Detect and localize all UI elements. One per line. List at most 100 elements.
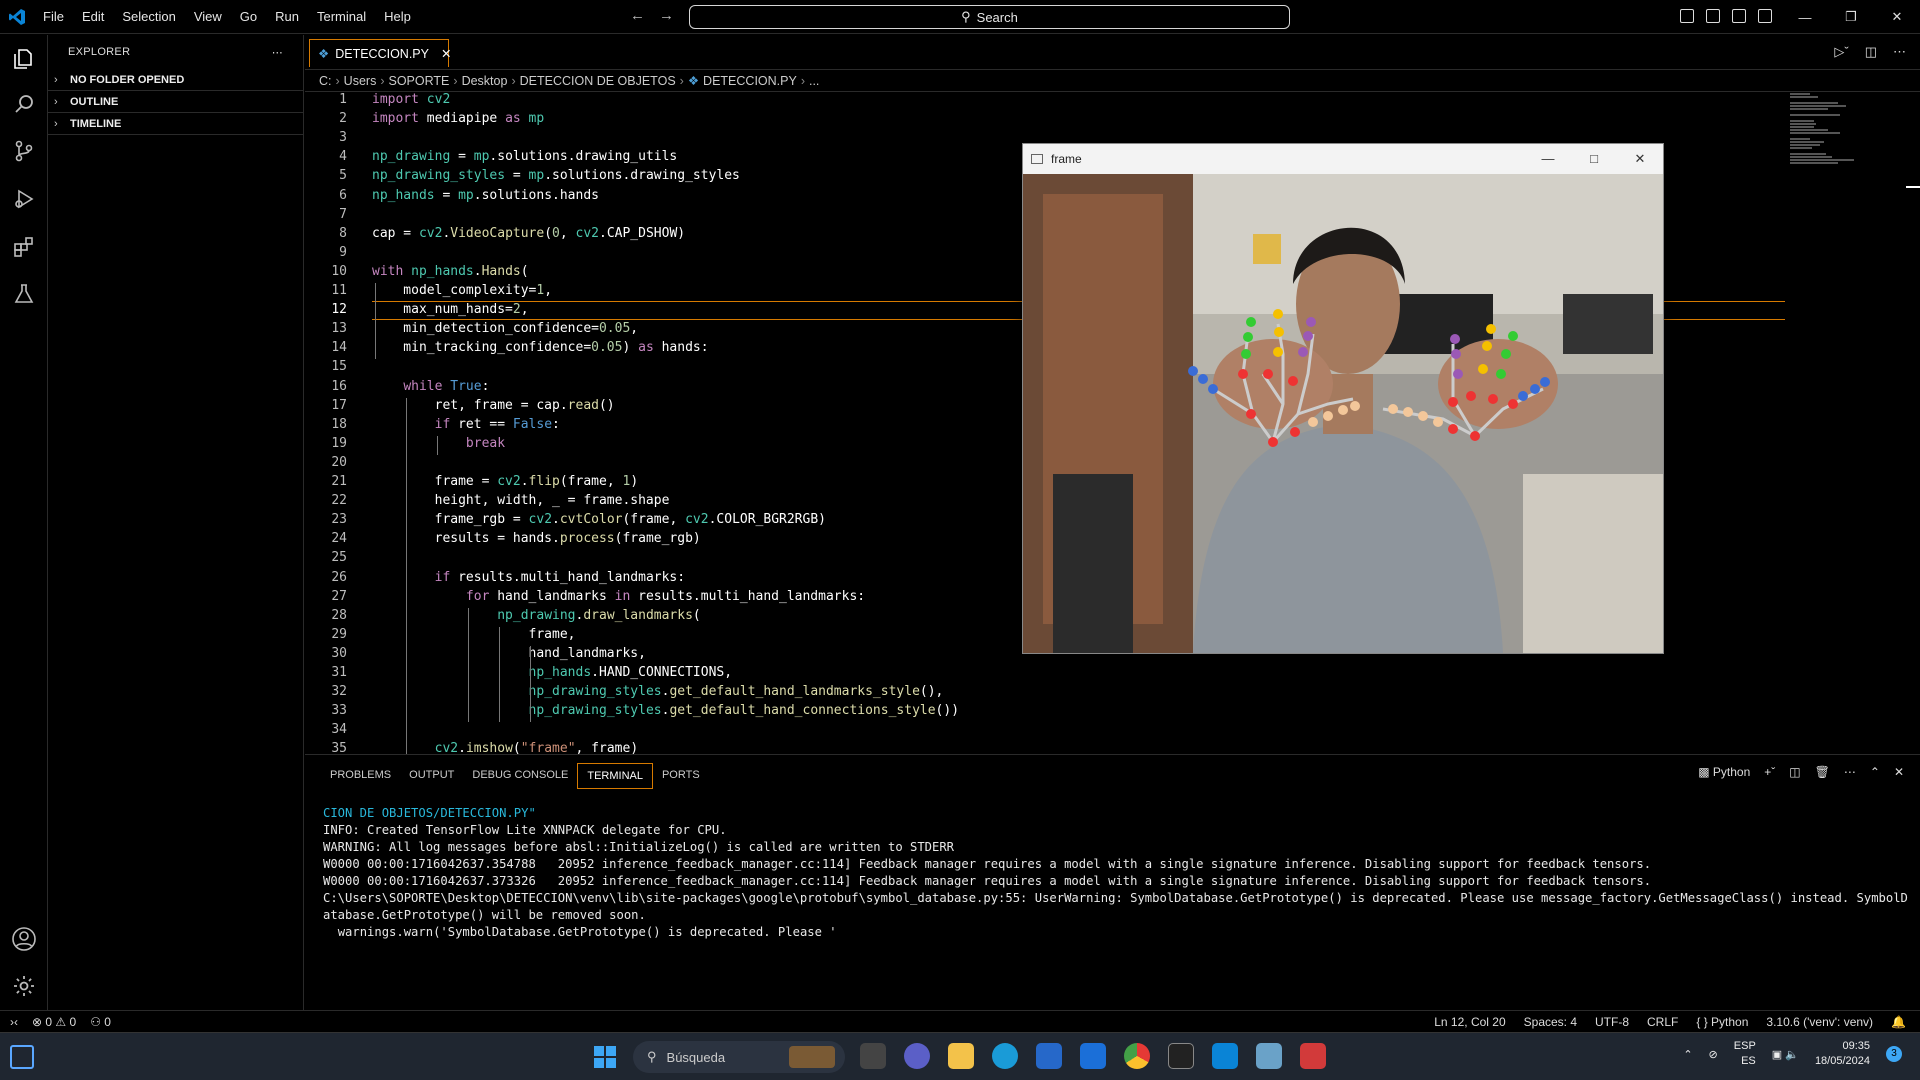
chrome-icon[interactable] bbox=[1124, 1043, 1150, 1069]
line-number: 30 bbox=[331, 645, 347, 661]
more-actions-icon[interactable]: ⋯ bbox=[272, 46, 283, 59]
menu-edit[interactable]: Edit bbox=[73, 9, 113, 24]
teams-icon[interactable] bbox=[904, 1043, 930, 1069]
crumb-item[interactable]: ... bbox=[809, 74, 819, 88]
kill-terminal-trash-icon[interactable]: 🗑 bbox=[1815, 765, 1830, 779]
taskbar-search[interactable]: ⚲ Búsqueda bbox=[633, 1041, 845, 1073]
ports-indicator[interactable]: ⚇ 0 bbox=[90, 1015, 111, 1029]
menu-selection[interactable]: Selection bbox=[113, 9, 184, 24]
tab-problems[interactable]: PROBLEMS bbox=[321, 763, 400, 789]
more-actions-icon[interactable]: ⋯ bbox=[1893, 44, 1906, 60]
crumb-item[interactable]: SOPORTE bbox=[389, 74, 450, 88]
accounts-icon[interactable] bbox=[10, 925, 38, 953]
notification-badge[interactable]: 3 bbox=[1886, 1046, 1902, 1062]
task-view-icon[interactable] bbox=[860, 1043, 886, 1069]
menu-run[interactable]: Run bbox=[266, 9, 308, 24]
frame-window[interactable]: frame — □ ✕ bbox=[1022, 143, 1664, 654]
close-tab-icon[interactable]: ✕ bbox=[441, 46, 451, 61]
edge-icon[interactable] bbox=[992, 1043, 1018, 1069]
explorer-icon[interactable] bbox=[10, 45, 38, 73]
line-number: 26 bbox=[331, 569, 347, 585]
run-debug-icon[interactable] bbox=[10, 185, 38, 213]
minimap[interactable] bbox=[1790, 92, 1900, 192]
clock[interactable]: 09:35 18/05/2024 bbox=[1815, 1039, 1870, 1069]
crumb-item[interactable]: Desktop bbox=[462, 74, 508, 88]
python-interpreter[interactable]: 3.10.6 ('venv': venv) bbox=[1766, 1015, 1873, 1029]
remote-icon[interactable]: ›‹ bbox=[10, 1015, 18, 1029]
menu-file[interactable]: File bbox=[34, 9, 73, 24]
notepad-icon[interactable] bbox=[1080, 1043, 1106, 1069]
command-search[interactable]: ⚲ Search bbox=[689, 5, 1290, 29]
toggle-primary-sidebar-icon[interactable] bbox=[1680, 9, 1694, 23]
customize-layout-icon[interactable] bbox=[1758, 9, 1772, 23]
section-timeline[interactable]: › TIMELINE bbox=[48, 113, 303, 135]
split-terminal-icon[interactable]: ◫ bbox=[1789, 765, 1800, 779]
minimize-icon[interactable]: — bbox=[1782, 10, 1828, 25]
tab-terminal[interactable]: TERMINAL bbox=[577, 763, 653, 789]
notifications-bell-icon[interactable]: 🔔 bbox=[1891, 1015, 1906, 1029]
crumb-item[interactable]: DETECCION.PY bbox=[703, 74, 797, 88]
windows-start-icon[interactable] bbox=[593, 1045, 617, 1069]
tab-ports[interactable]: PORTS bbox=[653, 763, 709, 789]
maximize-icon[interactable]: □ bbox=[1571, 144, 1617, 174]
terminal-shell-selector[interactable]: ▩ Python bbox=[1698, 765, 1750, 779]
manage-gear-icon[interactable] bbox=[10, 972, 38, 1000]
menu-help[interactable]: Help bbox=[375, 9, 420, 24]
menu-terminal[interactable]: Terminal bbox=[308, 9, 375, 24]
end-of-line[interactable]: CRLF bbox=[1647, 1015, 1678, 1029]
language-mode[interactable]: { } Python bbox=[1696, 1015, 1748, 1029]
more-actions-icon[interactable]: ⋯ bbox=[1844, 765, 1856, 779]
breadcrumb: C: › Users › SOPORTE › Desktop › DETECCION D… bbox=[305, 70, 1920, 92]
forward-arrow-icon[interactable]: → bbox=[659, 7, 674, 24]
encoding[interactable]: UTF-8 bbox=[1595, 1015, 1629, 1029]
section-outline[interactable]: › OUTLINE bbox=[48, 91, 303, 113]
crumb-item[interactable]: C: bbox=[319, 74, 332, 88]
extensions-icon[interactable] bbox=[10, 233, 38, 261]
code-line: frame_rgb = cv2.cvtColor(frame, cv2.COLO… bbox=[372, 512, 826, 528]
display-volume-icons[interactable]: ▣ 🔈 bbox=[1772, 1048, 1799, 1061]
maximize-panel-icon[interactable]: ⌃ bbox=[1870, 765, 1880, 779]
network-icon[interactable]: ⊘ bbox=[1709, 1048, 1718, 1061]
cursor-position[interactable]: Ln 12, Col 20 bbox=[1434, 1015, 1505, 1029]
line-number: 29 bbox=[331, 626, 347, 642]
problems-indicator[interactable]: ⊗ 0 ⚠ 0 bbox=[32, 1015, 76, 1029]
crumb-item[interactable]: Users bbox=[344, 74, 377, 88]
toggle-secondary-sidebar-icon[interactable] bbox=[1732, 9, 1746, 23]
search-view-icon[interactable] bbox=[10, 90, 38, 118]
code-line: cap = cv2.VideoCapture(0, cv2.CAP_DSHOW) bbox=[372, 225, 686, 241]
editor-scrollbar[interactable] bbox=[1906, 186, 1920, 188]
close-icon[interactable]: ✕ bbox=[1617, 144, 1663, 174]
indentation[interactable]: Spaces: 4 bbox=[1524, 1015, 1577, 1029]
file-explorer-icon[interactable] bbox=[948, 1043, 974, 1069]
line-number: 23 bbox=[331, 512, 347, 528]
line-number: 9 bbox=[339, 244, 347, 260]
menu-go[interactable]: Go bbox=[231, 9, 266, 24]
terminal-output[interactable]: CION DE OBJETOS/DETECCION.PY" INFO: Creat… bbox=[323, 805, 1913, 941]
tab-output[interactable]: OUTPUT bbox=[400, 763, 463, 789]
chevron-up-icon[interactable]: ⌃ bbox=[1683, 1048, 1692, 1061]
crumb-item[interactable]: DETECCION DE OBJETOS bbox=[520, 74, 676, 88]
language-indicator[interactable]: ESP ES bbox=[1734, 1039, 1756, 1069]
python-app-icon[interactable] bbox=[1256, 1043, 1282, 1069]
run-python-icon[interactable]: ▷ˇ bbox=[1834, 44, 1848, 60]
restore-icon[interactable]: ❐ bbox=[1828, 9, 1874, 25]
toggle-panel-icon[interactable] bbox=[1706, 9, 1720, 23]
minimize-icon[interactable]: — bbox=[1525, 144, 1571, 174]
menu-view[interactable]: View bbox=[185, 9, 231, 24]
tab-deteccion-py[interactable]: ❖ DETECCION.PY ✕ bbox=[309, 39, 451, 67]
source-control-icon[interactable] bbox=[10, 137, 38, 165]
microsoft-store-icon[interactable] bbox=[1036, 1043, 1062, 1069]
testing-flask-icon[interactable] bbox=[10, 280, 38, 308]
widgets-icon[interactable] bbox=[10, 1045, 34, 1069]
new-terminal-icon[interactable]: +ˇ bbox=[1764, 765, 1775, 779]
snipping-tool-icon[interactable] bbox=[1300, 1043, 1326, 1069]
section-no-folder[interactable]: › NO FOLDER OPENED bbox=[48, 69, 303, 91]
code-line: np_drawing = mp.solutions.drawing_utils bbox=[372, 149, 678, 165]
close-panel-icon[interactable]: ✕ bbox=[1894, 765, 1904, 779]
vscode-taskbar-icon[interactable] bbox=[1212, 1043, 1238, 1069]
back-arrow-icon[interactable]: ← bbox=[630, 7, 645, 24]
terminal-app-icon[interactable] bbox=[1168, 1043, 1194, 1069]
tab-debug-console[interactable]: DEBUG CONSOLE bbox=[463, 763, 577, 789]
close-icon[interactable]: ✕ bbox=[1874, 9, 1920, 25]
split-editor-icon[interactable]: ◫ bbox=[1865, 44, 1877, 60]
